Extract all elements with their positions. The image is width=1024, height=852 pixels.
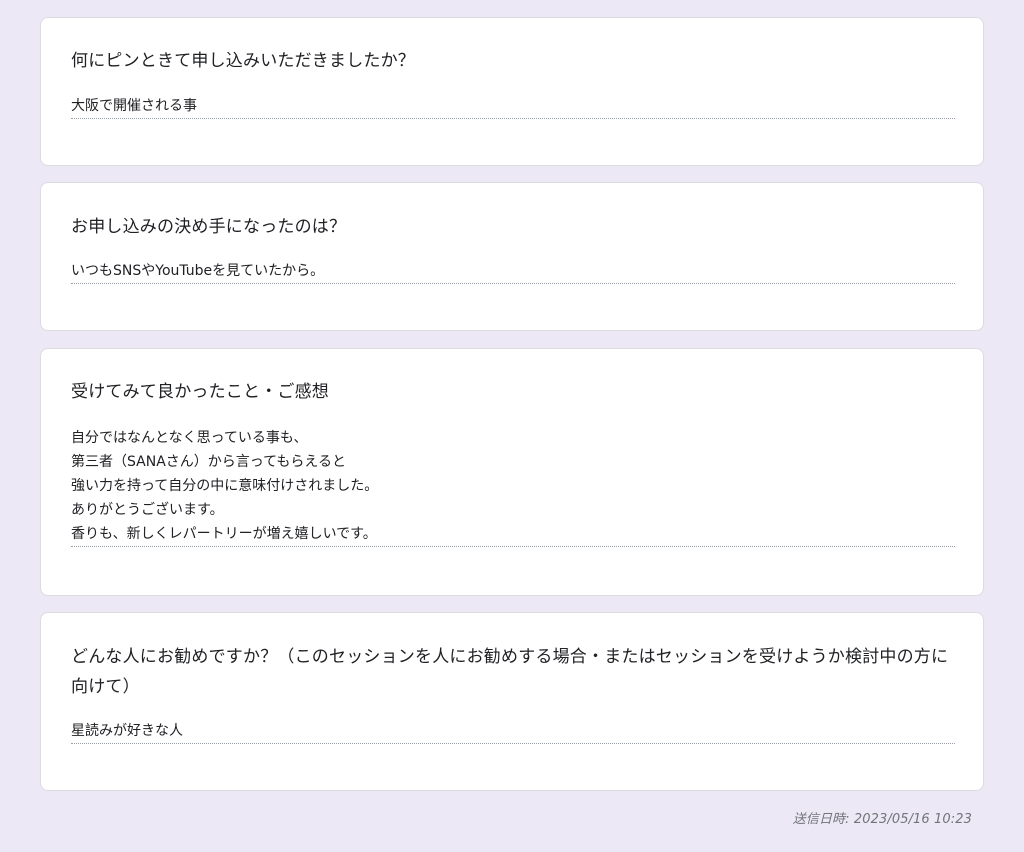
response-card-4: どんな人にお勧めですか？（このセッションを人にお勧めする場合・またはセッションを…	[40, 612, 984, 791]
response-card-1: 何にピンときて申し込みいただきましたか？ 大阪で開催される事	[40, 17, 984, 166]
answer-text: 星読みが好きな人	[71, 719, 955, 744]
question-title: お申し込みの決め手になったのは？	[71, 217, 347, 237]
answer-text: いつもSNSやYouTubeを見ていたから。	[71, 259, 955, 284]
answer-text: 大阪で開催される事	[71, 94, 955, 119]
question-title: どんな人にお勧めですか？（このセッションを人にお勧めする場合・またはセッションを…	[71, 647, 949, 697]
question-title: 受けてみて良かったこと・ご感想	[71, 382, 329, 402]
response-card-2: お申し込みの決め手になったのは？ いつもSNSやYouTubeを見ていたから。	[40, 182, 984, 331]
answer-text: 自分ではなんとなく思っている事も、 第三者（SANAさん）から言ってもらえると …	[71, 426, 955, 547]
submitted-timestamp: 送信日時: 2023/05/16 10:23	[792, 812, 972, 827]
question-title: 何にピンときて申し込みいただきましたか？	[71, 51, 415, 71]
response-card-3: 受けてみて良かったこと・ご感想 自分ではなんとなく思っている事も、 第三者（SA…	[40, 348, 984, 596]
